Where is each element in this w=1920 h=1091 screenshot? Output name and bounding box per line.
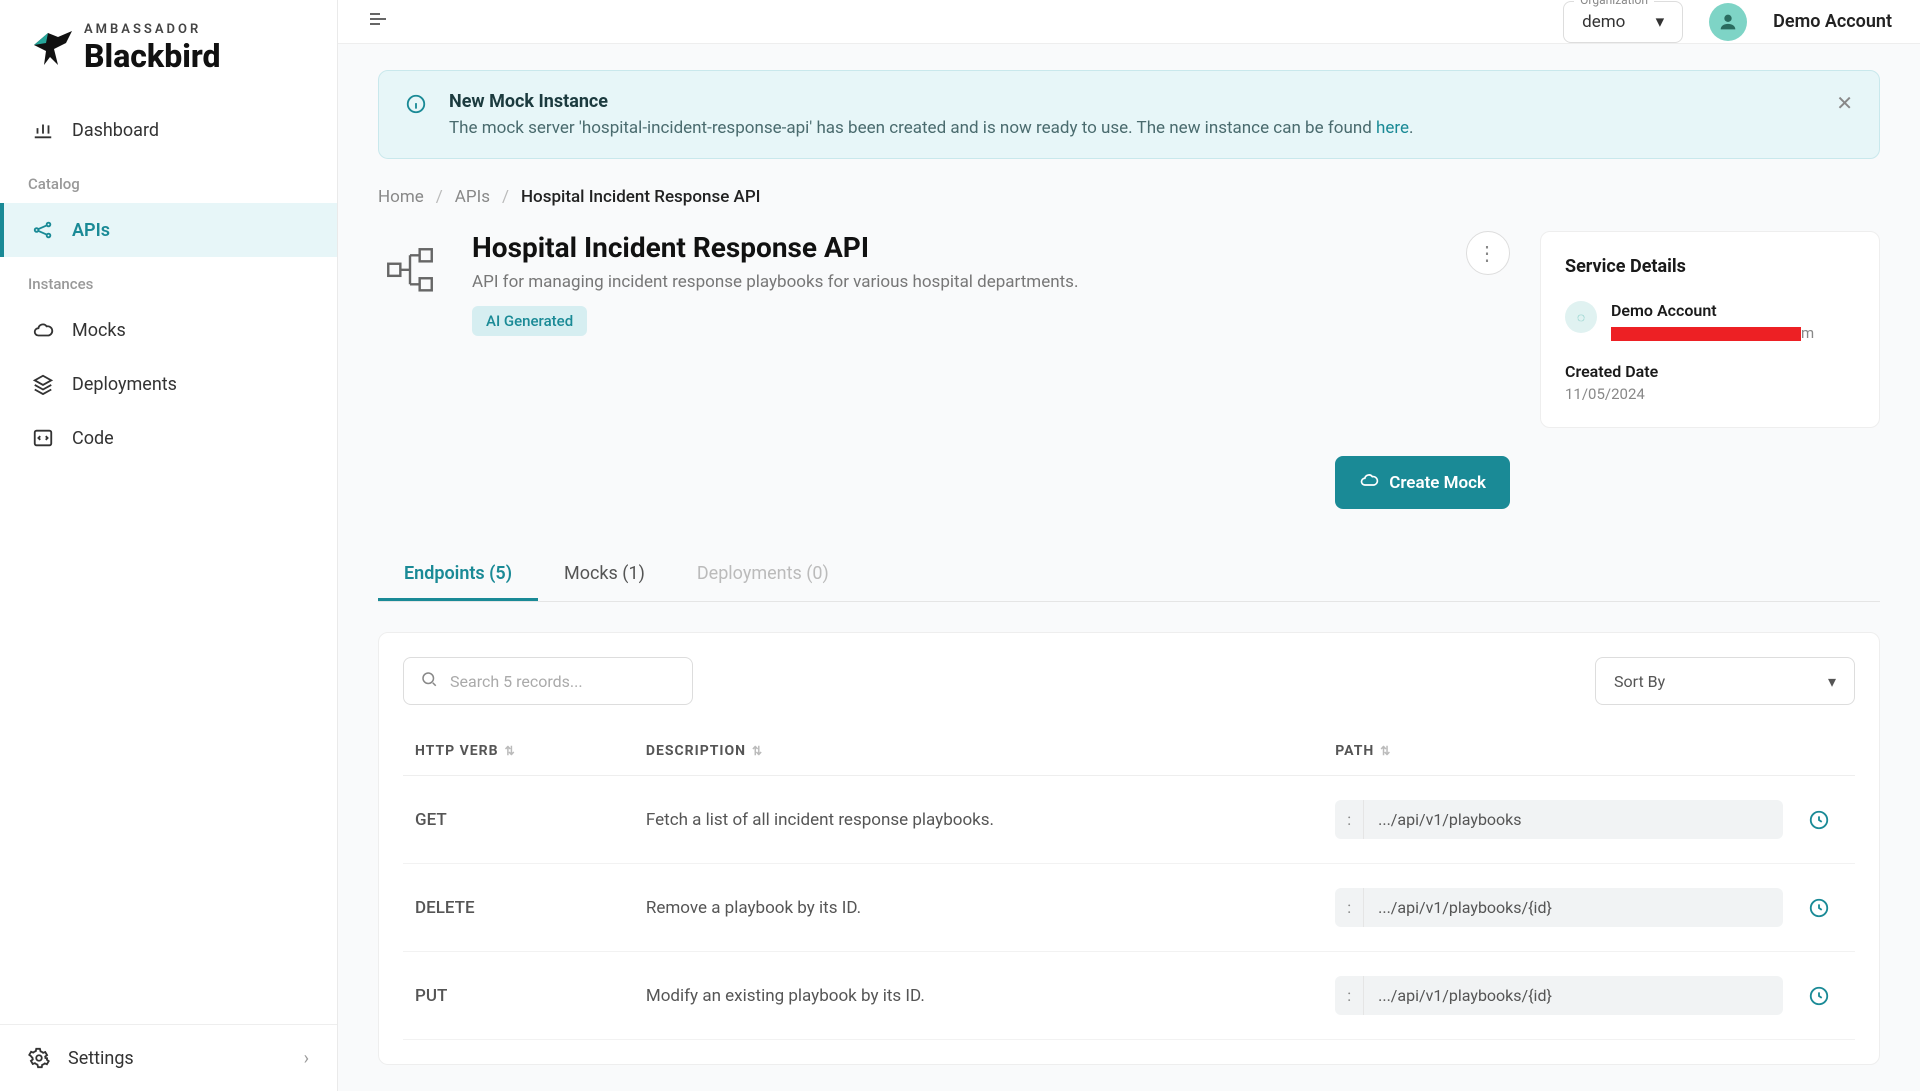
sidebar-label-apis: APIs bbox=[72, 220, 110, 241]
breadcrumb-current: Hospital Incident Response API bbox=[521, 187, 760, 207]
table-row[interactable]: DELETERemove a playbook by its ID.:.../a… bbox=[403, 864, 1855, 952]
row-action-icon[interactable] bbox=[1807, 808, 1831, 832]
breadcrumb: Home / APIs / Hospital Incident Response… bbox=[378, 187, 1880, 207]
org-floating-label: Organization bbox=[1574, 0, 1654, 7]
create-mock-button[interactable]: Create Mock bbox=[1335, 456, 1510, 509]
service-details-title: Service Details bbox=[1565, 256, 1855, 277]
table-row[interactable]: PUTModify an existing playbook by its ID… bbox=[403, 952, 1855, 1040]
layers-icon bbox=[32, 373, 54, 395]
page-title: Hospital Incident Response API bbox=[472, 231, 1078, 264]
sort-icon: ⇅ bbox=[505, 744, 516, 758]
logo: AMBASSADOR Blackbird bbox=[0, 0, 337, 103]
cloud-icon bbox=[1359, 470, 1379, 495]
sidebar-label-code: Code bbox=[72, 428, 114, 449]
sitemap-icon bbox=[378, 239, 442, 303]
sidebar-item-dashboard[interactable]: Dashboard bbox=[0, 103, 337, 157]
logo-name: Blackbird bbox=[84, 37, 220, 75]
sidebar-label-dashboard: Dashboard bbox=[72, 120, 159, 141]
created-date-value: 11/05/2024 bbox=[1565, 385, 1855, 403]
bird-icon bbox=[28, 25, 76, 73]
tab-mocks[interactable]: Mocks (1) bbox=[538, 549, 671, 601]
alert-here-link[interactable]: here bbox=[1376, 118, 1409, 138]
owner-name: Demo Account bbox=[1611, 301, 1814, 320]
page-description: API for managing incident response playb… bbox=[472, 272, 1078, 292]
sidebar-heading-instances: Instances bbox=[0, 257, 337, 303]
owner-email: m bbox=[1611, 324, 1814, 342]
sidebar-item-code[interactable]: Code bbox=[0, 411, 337, 465]
share-icon bbox=[32, 219, 54, 241]
tabs: Endpoints (5) Mocks (1) Deployments (0) bbox=[378, 549, 1880, 602]
topbar: Organization demo ▾ Demo Account bbox=[338, 0, 1920, 44]
search-input[interactable] bbox=[450, 672, 676, 691]
info-icon bbox=[405, 93, 427, 115]
breadcrumb-apis[interactable]: APIs bbox=[455, 187, 490, 207]
table-row[interactable]: GETFetch a list of all incident response… bbox=[403, 776, 1855, 864]
user-name: Demo Account bbox=[1773, 11, 1892, 32]
path-value: .../api/v1/playbooks/{id} bbox=[1364, 888, 1783, 927]
created-date-label: Created Date bbox=[1565, 362, 1855, 381]
sort-icon: ⇅ bbox=[1380, 744, 1391, 758]
chevron-down-icon: ▾ bbox=[1828, 672, 1836, 691]
logo-top: AMBASSADOR bbox=[84, 22, 220, 37]
cell-path: :.../api/v1/playbooks/{id} bbox=[1323, 864, 1795, 952]
sidebar-item-deployments[interactable]: Deployments bbox=[0, 357, 337, 411]
cell-description: Fetch a list of all incident response pl… bbox=[634, 776, 1323, 864]
breadcrumb-home[interactable]: Home bbox=[378, 187, 424, 207]
avatar[interactable] bbox=[1709, 3, 1747, 41]
path-prefix: : bbox=[1335, 888, 1364, 927]
close-icon[interactable]: ✕ bbox=[1836, 91, 1853, 115]
more-menu-button[interactable]: ⋮ bbox=[1466, 231, 1510, 275]
cell-verb: GET bbox=[403, 776, 634, 864]
main: Organization demo ▾ Demo Account New Moc… bbox=[338, 0, 1920, 1091]
col-path[interactable]: PATH⇅ bbox=[1323, 727, 1795, 776]
redacted-email bbox=[1611, 327, 1801, 341]
tab-endpoints[interactable]: Endpoints (5) bbox=[378, 549, 538, 601]
ai-generated-badge: AI Generated bbox=[472, 306, 587, 336]
cell-path: :.../api/v1/playbooks bbox=[1323, 776, 1795, 864]
hamburger-icon[interactable] bbox=[366, 7, 390, 37]
cell-description: Remove a playbook by its ID. bbox=[634, 864, 1323, 952]
alert-title: New Mock Instance bbox=[449, 91, 1814, 112]
alert-new-mock: New Mock Instance The mock server 'hospi… bbox=[378, 70, 1880, 159]
sidebar: AMBASSADOR Blackbird Dashboard Catalog A… bbox=[0, 0, 338, 1091]
col-http-verb[interactable]: HTTP VERB⇅ bbox=[403, 727, 634, 776]
alert-text: The mock server 'hospital-incident-respo… bbox=[449, 118, 1814, 138]
bar-chart-icon bbox=[32, 119, 54, 141]
row-action-icon[interactable] bbox=[1807, 984, 1831, 1008]
gear-icon bbox=[28, 1047, 50, 1069]
cloud-icon bbox=[32, 319, 54, 341]
code-icon bbox=[32, 427, 54, 449]
chevron-down-icon: ▾ bbox=[1656, 12, 1665, 32]
path-value: .../api/v1/playbooks bbox=[1364, 800, 1783, 839]
sidebar-label-settings: Settings bbox=[68, 1048, 134, 1069]
endpoints-table: HTTP VERB⇅ DESCRIPTION⇅ PATH⇅ GETFetch a… bbox=[403, 727, 1855, 1040]
sort-icon: ⇅ bbox=[752, 744, 763, 758]
path-prefix: : bbox=[1335, 976, 1364, 1015]
col-description[interactable]: DESCRIPTION⇅ bbox=[634, 727, 1323, 776]
sort-label: Sort By bbox=[1614, 672, 1665, 691]
sort-select[interactable]: Sort By ▾ bbox=[1595, 657, 1855, 705]
sidebar-label-mocks: Mocks bbox=[72, 320, 126, 341]
sidebar-item-apis[interactable]: APIs bbox=[0, 203, 337, 257]
sidebar-heading-catalog: Catalog bbox=[0, 157, 337, 203]
cell-verb: DELETE bbox=[403, 864, 634, 952]
cell-verb: PUT bbox=[403, 952, 634, 1040]
search-input-wrapper[interactable] bbox=[403, 657, 693, 705]
cell-description: Modify an existing playbook by its ID. bbox=[634, 952, 1323, 1040]
row-action-icon[interactable] bbox=[1807, 896, 1831, 920]
service-details-card: Service Details ◌ Demo Account m Created… bbox=[1540, 231, 1880, 428]
owner-avatar-icon: ◌ bbox=[1565, 301, 1597, 333]
cell-path: :.../api/v1/playbooks/{id} bbox=[1323, 952, 1795, 1040]
sidebar-label-deployments: Deployments bbox=[72, 374, 177, 395]
endpoints-panel: Sort By ▾ HTTP VERB⇅ DESCRIPTION⇅ PATH⇅ … bbox=[378, 632, 1880, 1065]
tab-deployments[interactable]: Deployments (0) bbox=[671, 549, 855, 601]
organization-select[interactable]: Organization demo ▾ bbox=[1563, 1, 1683, 43]
path-prefix: : bbox=[1335, 800, 1364, 839]
search-icon bbox=[420, 670, 438, 692]
org-value: demo bbox=[1582, 12, 1625, 32]
chevron-right-icon: › bbox=[304, 1048, 309, 1069]
path-value: .../api/v1/playbooks/{id} bbox=[1364, 976, 1783, 1015]
sidebar-item-mocks[interactable]: Mocks bbox=[0, 303, 337, 357]
sidebar-item-settings[interactable]: Settings › bbox=[0, 1024, 337, 1091]
